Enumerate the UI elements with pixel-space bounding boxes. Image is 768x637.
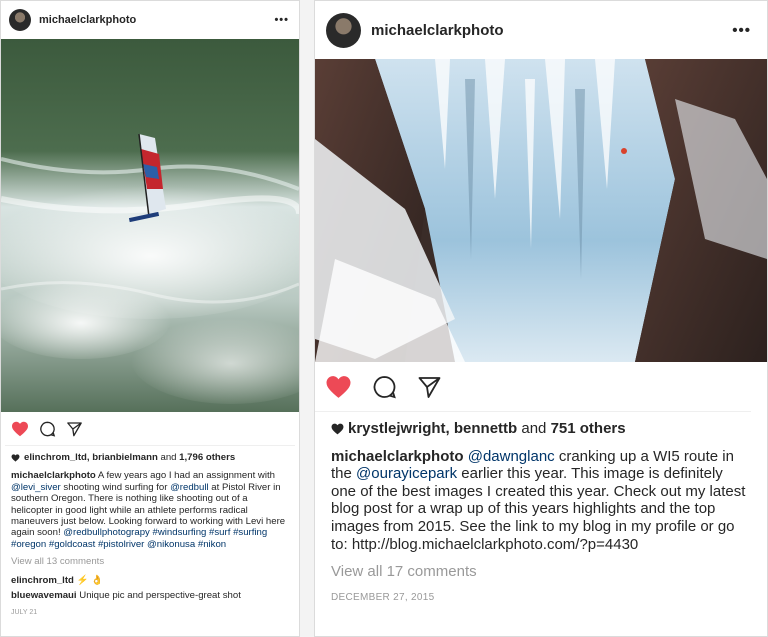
caption-username[interactable]: michaelclarkphoto <box>331 448 464 465</box>
post-date: DECEMBER 27, 2015 <box>331 591 435 603</box>
post-body: krystlejwright, bennettb and 751 others … <box>315 412 767 606</box>
comment-username[interactable]: elinchrom_ltd <box>11 575 74 586</box>
likes-count[interactable]: 1,796 others <box>179 452 235 463</box>
hashtag-link[interactable]: #nikon <box>198 539 226 550</box>
comment-item: bluewavemaui Unique pic and perspective-… <box>11 590 289 601</box>
climber <box>621 148 627 154</box>
small-heart-icon <box>331 423 344 435</box>
more-options-icon[interactable]: ••• <box>274 14 289 26</box>
avatar[interactable] <box>326 12 361 48</box>
mention-link[interactable]: @nikonusa <box>147 539 195 550</box>
small-heart-icon <box>11 454 20 462</box>
liker-names[interactable]: elinchrom_ltd, brianbielmann <box>24 452 158 463</box>
caption-text-2: shooting wind surfing for <box>60 481 171 493</box>
mention-link[interactable]: @levi_siver <box>11 482 61 493</box>
username-link[interactable]: michaelclarkphoto <box>39 14 274 26</box>
post-photo-windsurfing[interactable] <box>1 39 299 412</box>
view-all-comments-link[interactable]: View all 17 comments <box>331 563 751 581</box>
send-paper-plane-icon[interactable] <box>66 421 83 437</box>
more-options-icon[interactable]: ••• <box>732 22 751 39</box>
post-date: JULY 21 <box>11 609 38 617</box>
comment-bubble-icon[interactable] <box>39 421 56 437</box>
mention-link[interactable]: @redbullphotograpy <box>63 527 150 538</box>
action-bar <box>315 362 751 412</box>
hashtag-link[interactable]: #surfing <box>233 527 267 538</box>
hashtag-link[interactable]: #goldcoast <box>49 539 95 550</box>
liker-names[interactable]: krystlejwright, bennettb <box>348 420 517 437</box>
comment-text: Unique pic and perspective-great shot <box>79 590 241 602</box>
hashtag-link[interactable]: #pistolriver <box>98 539 144 550</box>
likes-and-text: and <box>160 452 177 463</box>
mention-link[interactable]: @dawnglanc <box>468 448 555 465</box>
hashtag-link[interactable]: #windsurfing <box>153 527 207 538</box>
comment-text: ⚡ 👌 <box>76 574 104 586</box>
post-header: michaelclarkphoto ••• <box>315 1 767 59</box>
comment-username[interactable]: bluewavemaui <box>11 590 77 601</box>
comment-bubble-icon[interactable] <box>372 375 397 399</box>
view-all-comments-link[interactable]: View all 13 comments <box>11 556 289 567</box>
post-photo-ice-climbing[interactable] <box>315 59 767 362</box>
username-link[interactable]: michaelclarkphoto <box>371 22 732 39</box>
caption-username[interactable]: michaelclarkphoto <box>11 470 96 481</box>
likes-line: krystlejwright, bennettb and 751 others <box>331 420 751 438</box>
action-bar <box>5 412 295 446</box>
post-card-left: michaelclarkphoto ••• elinchrom_ltd, bri… <box>0 0 300 637</box>
likes-and-text: and <box>521 420 547 437</box>
post-header: michaelclarkphoto ••• <box>1 1 299 39</box>
post-body: elinchrom_ltd, brianbielmann and 1,796 o… <box>1 446 299 619</box>
mention-link[interactable]: @ourayicepark <box>356 465 457 482</box>
comment-item: elinchrom_ltd ⚡ 👌 <box>11 575 289 586</box>
post-card-right: michaelclarkphoto ••• krystlejwright, be… <box>314 0 768 637</box>
likes-count[interactable]: 751 others <box>551 420 626 437</box>
heart-filled-icon[interactable] <box>325 375 352 399</box>
hashtag-link[interactable]: #oregon <box>11 539 46 550</box>
likes-line: elinchrom_ltd, brianbielmann and 1,796 o… <box>11 452 289 463</box>
hashtag-link[interactable]: #surf <box>209 527 230 538</box>
heart-filled-icon[interactable] <box>11 421 29 437</box>
caption: michaelclarkphoto A few years ago I had … <box>11 470 289 550</box>
mention-link[interactable]: @redbull <box>170 482 209 493</box>
send-paper-plane-icon[interactable] <box>417 375 442 399</box>
caption-text-1: A few years ago I had an assignment with <box>97 470 275 482</box>
caption: michaelclarkphoto @dawnglanc cranking up… <box>331 448 751 554</box>
avatar[interactable] <box>9 9 31 31</box>
